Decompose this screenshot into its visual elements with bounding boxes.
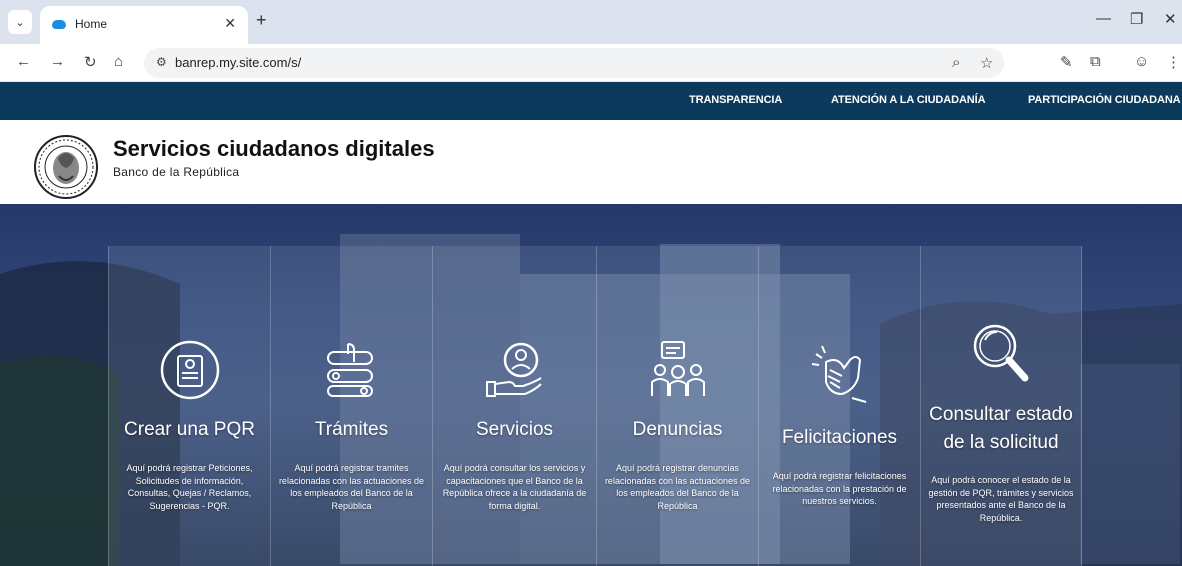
tab-title: Home [75, 17, 108, 31]
profile-icon[interactable]: ☺ [1134, 53, 1149, 70]
extension-icon[interactable]: ✎ [1060, 53, 1073, 71]
bookmark-star-icon[interactable]: ☆ [980, 54, 993, 72]
reload-icon[interactable]: ↻ [84, 53, 97, 71]
card-title: Consultar estado de la solicitud [929, 404, 1073, 453]
minimize-icon[interactable]: — [1096, 10, 1111, 27]
forward-arrow-icon[interactable]: → [50, 53, 65, 70]
card-crear-pqr[interactable]: Crear una PQR Aquí podrá registrar Petic… [108, 246, 270, 566]
tramites-hand-icon [326, 343, 373, 397]
hero-section: Crear una PQR Aquí podrá registrar Petic… [0, 204, 1182, 566]
card-description: Aquí podrá registrar denuncias relaciona… [604, 463, 751, 511]
new-tab-plus-icon[interactable]: + [256, 10, 267, 31]
card-description: Aquí podrá registrar Peticiones, Solicit… [126, 463, 253, 511]
top-navigation: TRANSPARENCIA ATENCIÓN A LA CIUDADANÍA P… [0, 82, 1182, 120]
extensions-puzzle-icon[interactable]: ⧉ [1090, 53, 1101, 70]
card-title: Denuncias [632, 419, 723, 440]
browser-toolbar: ← → ↻ ⌂ ⚙ banrep.my.site.com/s/ ☆ ⌕ ✎ ⧉ … [0, 44, 1182, 82]
back-arrow-icon[interactable]: ← [16, 53, 31, 70]
card-description: Aquí podrá registrar tramites relacionad… [278, 463, 425, 511]
zoom-icon[interactable]: ⌕ [952, 54, 960, 71]
tab-search-chevron-icon[interactable]: ⌄ [8, 10, 32, 34]
card-consultar-estado[interactable]: Consultar estado de la solicitud Aquí po… [920, 246, 1082, 566]
card-title: Trámites [314, 419, 389, 440]
card-title: Felicitaciones [781, 427, 898, 448]
page-title: Servicios ciudadanos digitales [113, 136, 435, 161]
salesforce-cloud-icon [52, 20, 66, 29]
browser-tab[interactable]: Home ✕ [40, 6, 248, 44]
card-tramites[interactable]: Trámites Aquí podrá registrar tramites r… [270, 246, 432, 566]
people-alert-icon [650, 341, 705, 396]
card-description: Aquí podrá consultar los servicios y cap… [442, 463, 587, 511]
card-felicitaciones[interactable]: Felicitaciones Aquí podrá registrar feli… [758, 246, 920, 566]
home-icon[interactable]: ⌂ [114, 53, 123, 70]
card-description: Aquí podrá conocer el estado de la gesti… [928, 475, 1074, 523]
site-header: Servicios ciudadanos digitales Banco de … [0, 120, 1182, 204]
tab-close-icon[interactable]: ✕ [224, 15, 236, 32]
banco-republica-seal-logo[interactable] [32, 134, 100, 200]
page-subtitle: Banco de la República [113, 165, 240, 179]
card-title: Servicios [475, 419, 554, 440]
browser-tab-bar: ⌄ Home ✕ + — ❐ ✕ [0, 0, 1182, 44]
card-denuncias[interactable]: Denuncias Aquí podrá registrar denuncias… [596, 246, 758, 566]
restore-icon[interactable]: ❐ [1130, 10, 1143, 28]
nav-transparencia[interactable]: TRANSPARENCIA [689, 94, 782, 106]
card-description: Aquí podrá registrar felicitaciones rela… [772, 471, 907, 506]
nav-atencion-ciudadania[interactable]: ATENCIÓN A LA CIUDADANÍA [831, 94, 986, 106]
pqr-form-icon [160, 340, 219, 400]
nav-participacion-ciudadana[interactable]: PARTICIPACIÓN CIUDADANA [1028, 94, 1181, 106]
kebab-menu-icon[interactable]: ⋮ [1166, 53, 1181, 71]
url-text[interactable]: banrep.my.site.com/s/ [175, 55, 301, 70]
address-bar[interactable]: ⚙ banrep.my.site.com/s/ ☆ ⌕ [144, 48, 1004, 78]
site-settings-icon[interactable]: ⚙ [156, 55, 167, 69]
clapping-hands-icon [811, 345, 866, 403]
service-hand-icon [485, 342, 542, 397]
close-window-icon[interactable]: ✕ [1164, 10, 1177, 28]
card-title: Crear una PQR [124, 419, 255, 440]
card-servicios[interactable]: Servicios Aquí podrá consultar los servi… [432, 246, 596, 566]
magnifier-icon [973, 324, 1029, 382]
